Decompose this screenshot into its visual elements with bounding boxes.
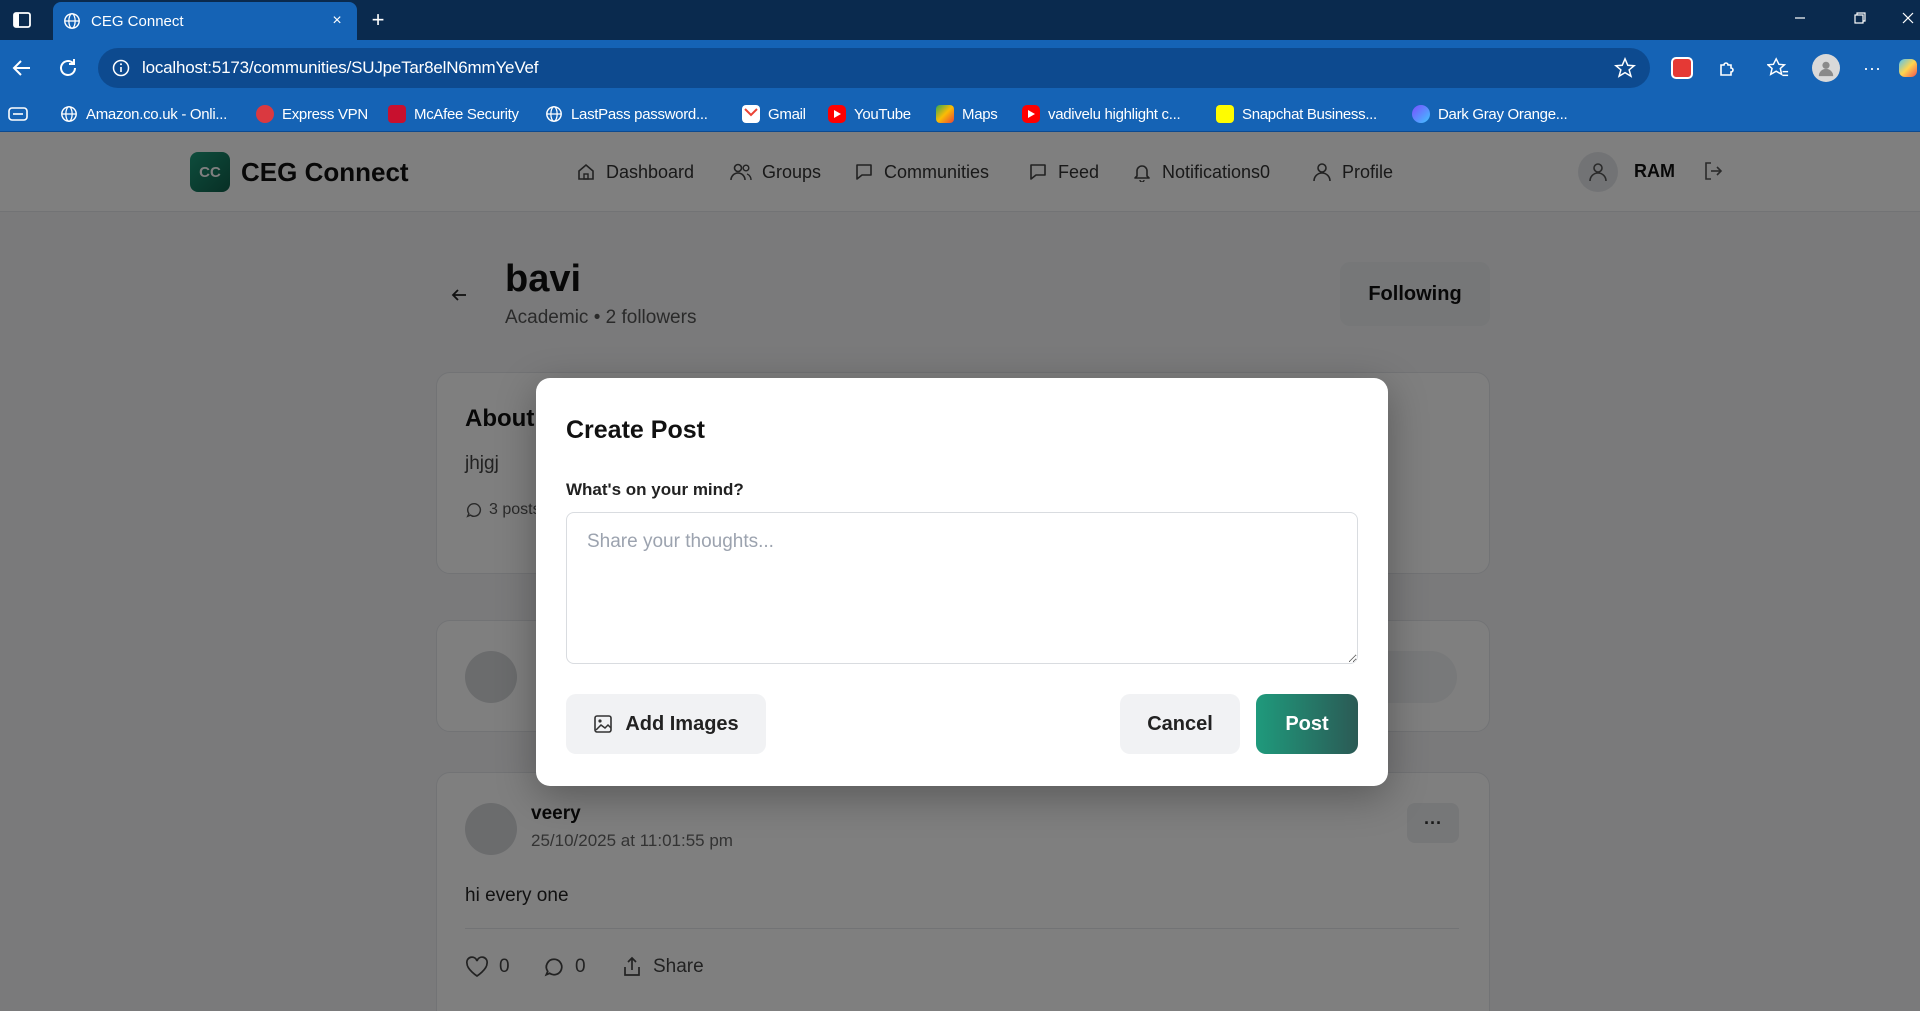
more-menu-icon[interactable]: ··· bbox=[1856, 52, 1888, 84]
mcafee-icon bbox=[388, 105, 406, 123]
tab-close-icon[interactable]: × bbox=[327, 12, 347, 30]
bookmark-item[interactable]: vadivelu highlight c... bbox=[1022, 103, 1181, 125]
url-field[interactable]: localhost:5173/communities/SUJpeTar8elN6… bbox=[98, 48, 1650, 88]
extension-red-icon[interactable] bbox=[1666, 52, 1698, 84]
bookmark-item[interactable]: LastPass password... bbox=[545, 103, 708, 125]
extensions-puzzle-icon[interactable] bbox=[1712, 52, 1744, 84]
info-icon[interactable] bbox=[112, 59, 130, 77]
bookmarks-bar: Amazon.co.uk - Onli... Express VPN McAfe… bbox=[0, 96, 1920, 132]
bookmark-item[interactable]: McAfee Security bbox=[388, 103, 519, 125]
browser-address-bar: localhost:5173/communities/SUJpeTar8elN6… bbox=[0, 40, 1920, 96]
favorites-icon[interactable] bbox=[1762, 52, 1794, 84]
post-button[interactable]: Post bbox=[1256, 694, 1358, 754]
tab-actions-icon[interactable] bbox=[8, 8, 36, 32]
bookmark-item[interactable]: Dark Gray Orange... bbox=[1412, 103, 1568, 125]
bookmark-item[interactable]: Gmail bbox=[742, 103, 806, 125]
snapchat-icon bbox=[1216, 105, 1234, 123]
modal-title: Create Post bbox=[566, 416, 705, 444]
copilot-icon[interactable] bbox=[1896, 52, 1920, 84]
youtube-icon bbox=[1022, 105, 1040, 123]
minimize-icon[interactable] bbox=[1780, 6, 1820, 34]
close-window-icon[interactable] bbox=[1896, 6, 1920, 34]
browser-tab-active[interactable]: CEG Connect × bbox=[53, 2, 357, 40]
expressvpn-icon bbox=[256, 105, 274, 123]
gmail-icon bbox=[742, 105, 760, 123]
bookmark-item[interactable]: Express VPN bbox=[256, 103, 368, 125]
app-icon bbox=[1412, 105, 1430, 123]
bookmark-item[interactable]: Snapchat Business... bbox=[1216, 103, 1377, 125]
post-content-textarea[interactable] bbox=[566, 512, 1358, 664]
globe-icon bbox=[60, 105, 78, 123]
url-text: localhost:5173/communities/SUJpeTar8elN6… bbox=[142, 58, 539, 77]
new-tab-button[interactable]: + bbox=[364, 6, 392, 34]
image-icon bbox=[594, 715, 613, 733]
tab-title: CEG Connect bbox=[91, 12, 184, 30]
bookmark-item[interactable]: Amazon.co.uk - Onli... bbox=[60, 103, 227, 125]
bookmark-item[interactable]: Maps bbox=[936, 103, 998, 125]
profile-avatar-icon[interactable] bbox=[1810, 52, 1842, 84]
bookmark-item[interactable]: YouTube bbox=[828, 103, 911, 125]
post-content-label: What's on your mind? bbox=[566, 480, 744, 499]
create-post-modal: Create Post What's on your mind? Add Ima… bbox=[536, 378, 1388, 786]
favorite-star-icon[interactable] bbox=[1614, 57, 1636, 79]
browser-tab-bar: CEG Connect × + bbox=[0, 0, 1920, 40]
add-images-button[interactable]: Add Images bbox=[566, 694, 766, 754]
cancel-button[interactable]: Cancel bbox=[1120, 694, 1240, 754]
restore-icon[interactable] bbox=[1840, 6, 1880, 34]
back-arrow-icon[interactable] bbox=[8, 54, 36, 82]
refresh-icon[interactable] bbox=[54, 54, 82, 82]
youtube-icon bbox=[828, 105, 846, 123]
maps-icon bbox=[936, 105, 954, 123]
globe-icon bbox=[545, 105, 563, 123]
bookmark-bar-toggle-icon[interactable] bbox=[8, 103, 28, 125]
globe-icon bbox=[64, 13, 80, 29]
